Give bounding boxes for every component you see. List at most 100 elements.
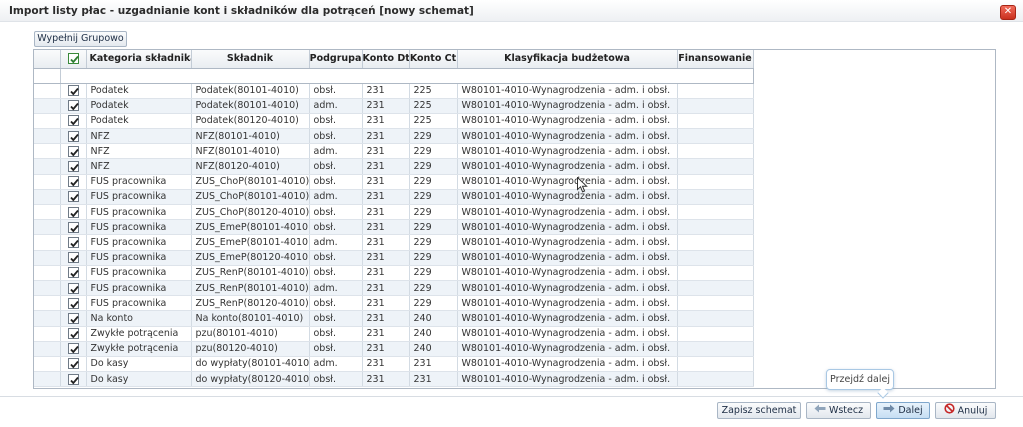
row-checkbox[interactable] — [67, 267, 79, 279]
group-fill-button[interactable]: Wypełnij Grupowo — [34, 31, 127, 47]
row-checkbox[interactable] — [67, 358, 79, 370]
component-cell[interactable]: ZUS_EmeP(80101-4010) — [191, 234, 310, 251]
budget-class-cell[interactable]: W80101-4010-Wynagrodzenia - adm. i obsł. — [457, 234, 678, 251]
row-checkbox[interactable] — [67, 328, 79, 340]
subgroup-cell[interactable]: adm. — [309, 189, 363, 206]
account-ct-cell[interactable]: 229 — [409, 250, 458, 266]
table-row[interactable]: FUS pracownika ZUS_RenP(80101-4010) adm. 23… — [34, 280, 754, 297]
financing-cell[interactable] — [677, 128, 754, 145]
table-row[interactable]: FUS pracownika ZUS_EmeP(80101-4010) obsł. 2… — [34, 219, 754, 236]
account-dt-cell[interactable]: 231 — [362, 189, 410, 206]
budget-class-cell[interactable]: W80101-4010-Wynagrodzenia - adm. i obsł. — [457, 280, 678, 297]
category-cell[interactable]: FUS pracownika — [86, 250, 192, 266]
row-checkbox[interactable] — [67, 236, 79, 248]
row-select-cell[interactable] — [60, 204, 87, 221]
table-row[interactable]: Podatek Podatek(80101-4010) adm. 231 225 W801… — [34, 98, 754, 114]
financing-cell[interactable] — [677, 189, 754, 206]
row-select-cell[interactable] — [60, 250, 87, 266]
row-checkbox[interactable] — [67, 206, 79, 218]
account-dt-cell[interactable]: 231 — [362, 326, 410, 342]
row-select-cell[interactable] — [60, 234, 87, 251]
financing-cell[interactable] — [677, 280, 754, 297]
account-dt-cell[interactable]: 231 — [362, 341, 410, 357]
budget-class-cell[interactable]: W80101-4010-Wynagrodzenia - adm. i obsł. — [457, 265, 678, 281]
account-dt-cell[interactable]: 231 — [362, 310, 410, 327]
row-checkbox[interactable] — [67, 130, 79, 142]
row-select-cell[interactable] — [60, 310, 87, 327]
subgroup-cell[interactable]: obsł. — [309, 219, 363, 236]
row-select-cell[interactable] — [60, 83, 87, 99]
budget-class-cell[interactable]: W80101-4010-Wynagrodzenia - adm. i obsł. — [457, 98, 678, 114]
category-cell[interactable]: Na konto — [86, 310, 192, 327]
account-ct-cell[interactable]: 229 — [409, 204, 458, 221]
table-row[interactable]: FUS pracownika ZUS_ChoP(80120-4010) obsł. 2… — [34, 204, 754, 221]
financing-cell[interactable] — [677, 158, 754, 175]
row-checkbox[interactable] — [67, 176, 79, 188]
account-ct-cell[interactable]: 229 — [409, 174, 458, 190]
row-select-cell[interactable] — [60, 174, 87, 190]
account-dt-cell[interactable]: 231 — [362, 234, 410, 251]
budget-class-cell[interactable]: W80101-4010-Wynagrodzenia - adm. i obsł. — [457, 295, 678, 312]
account-dt-cell[interactable]: 231 — [362, 83, 410, 99]
col-header-component[interactable]: Składnik — [191, 50, 310, 69]
budget-class-cell[interactable]: W80101-4010-Wynagrodzenia - adm. i obsł. — [457, 250, 678, 266]
account-dt-cell[interactable]: 231 — [362, 371, 410, 388]
category-cell[interactable]: FUS pracownika — [86, 174, 192, 190]
category-cell[interactable]: NFZ — [86, 158, 192, 175]
component-cell[interactable]: NFZ(80120-4010) — [191, 158, 310, 175]
subgroup-cell[interactable]: adm. — [309, 280, 363, 297]
table-row[interactable]: FUS pracownika ZUS_ChoP(80101-4010) obsł. 2… — [34, 174, 754, 190]
financing-cell[interactable] — [677, 295, 754, 312]
category-cell[interactable]: Do kasy — [86, 356, 192, 373]
budget-class-cell[interactable]: W80101-4010-Wynagrodzenia - adm. i obsł. — [457, 356, 678, 373]
component-cell[interactable]: Na konto(80101-4010) — [191, 310, 310, 327]
subgroup-cell[interactable]: obsł. — [309, 204, 363, 221]
account-ct-cell[interactable]: 229 — [409, 265, 458, 281]
subgroup-cell[interactable]: obsł. — [309, 341, 363, 357]
row-checkbox[interactable] — [67, 343, 79, 355]
account-ct-cell[interactable]: 225 — [409, 113, 458, 130]
account-ct-cell[interactable]: 229 — [409, 158, 458, 175]
category-cell[interactable]: Zwykłe potrącenia — [86, 326, 192, 342]
row-select-cell[interactable] — [60, 98, 87, 114]
select-all-checkbox[interactable] — [67, 53, 79, 65]
row-select-cell[interactable] — [60, 356, 87, 373]
row-select-cell[interactable] — [60, 158, 87, 175]
table-row[interactable]: FUS pracownika ZUS_RenP(80101-4010) obsł. 2… — [34, 265, 754, 281]
category-cell[interactable]: Podatek — [86, 113, 192, 130]
component-cell[interactable]: NFZ(80101-4010) — [191, 143, 310, 160]
account-dt-cell[interactable]: 231 — [362, 219, 410, 236]
budget-class-cell[interactable]: W80101-4010-Wynagrodzenia - adm. i obsł. — [457, 83, 678, 99]
row-checkbox[interactable] — [67, 221, 79, 233]
account-ct-cell[interactable]: 225 — [409, 98, 458, 114]
next-button[interactable]: Dalej — [876, 402, 930, 419]
table-row[interactable]: Do kasy do wypłaty(80120-4010) obsł. 231 231… — [34, 371, 754, 388]
account-ct-cell[interactable]: 229 — [409, 219, 458, 236]
table-row[interactable]: Zwykłe potrącenia pzu(80120-4010) obsł. 231… — [34, 341, 754, 357]
table-row[interactable]: FUS pracownika ZUS_EmeP(80101-4010) adm. 23… — [34, 234, 754, 251]
save-schema-button[interactable]: Zapisz schemat — [717, 402, 801, 419]
table-row[interactable]: Na konto Na konto(80101-4010) obsł. 231 240 W… — [34, 310, 754, 327]
component-cell[interactable]: pzu(80120-4010) — [191, 341, 310, 357]
financing-cell[interactable] — [677, 234, 754, 251]
account-ct-cell[interactable]: 229 — [409, 143, 458, 160]
budget-class-cell[interactable]: W80101-4010-Wynagrodzenia - adm. i obsł. — [457, 158, 678, 175]
budget-class-cell[interactable]: W80101-4010-Wynagrodzenia - adm. i obsł. — [457, 174, 678, 190]
account-dt-cell[interactable]: 231 — [362, 250, 410, 266]
account-dt-cell[interactable]: 231 — [362, 128, 410, 145]
category-cell[interactable]: Zwykłe potrącenia — [86, 341, 192, 357]
subgroup-cell[interactable]: obsł. — [309, 174, 363, 190]
account-ct-cell[interactable]: 231 — [409, 371, 458, 388]
account-dt-cell[interactable]: 231 — [362, 158, 410, 175]
filter-input-area[interactable] — [59, 67, 754, 84]
component-cell[interactable]: ZUS_RenP(80120-4010) — [191, 295, 310, 312]
component-cell[interactable]: ZUS_EmeP(80101-4010) — [191, 219, 310, 236]
col-header-budget-class[interactable]: Klasyfikacja budżetowa — [457, 50, 678, 69]
close-icon[interactable]: ✕ — [1000, 5, 1016, 20]
account-ct-cell[interactable]: 225 — [409, 83, 458, 99]
subgroup-cell[interactable]: obsł. — [309, 326, 363, 342]
component-cell[interactable]: Podatek(80101-4010) — [191, 83, 310, 99]
account-dt-cell[interactable]: 231 — [362, 265, 410, 281]
row-select-cell[interactable] — [60, 219, 87, 236]
row-select-cell[interactable] — [60, 189, 87, 206]
